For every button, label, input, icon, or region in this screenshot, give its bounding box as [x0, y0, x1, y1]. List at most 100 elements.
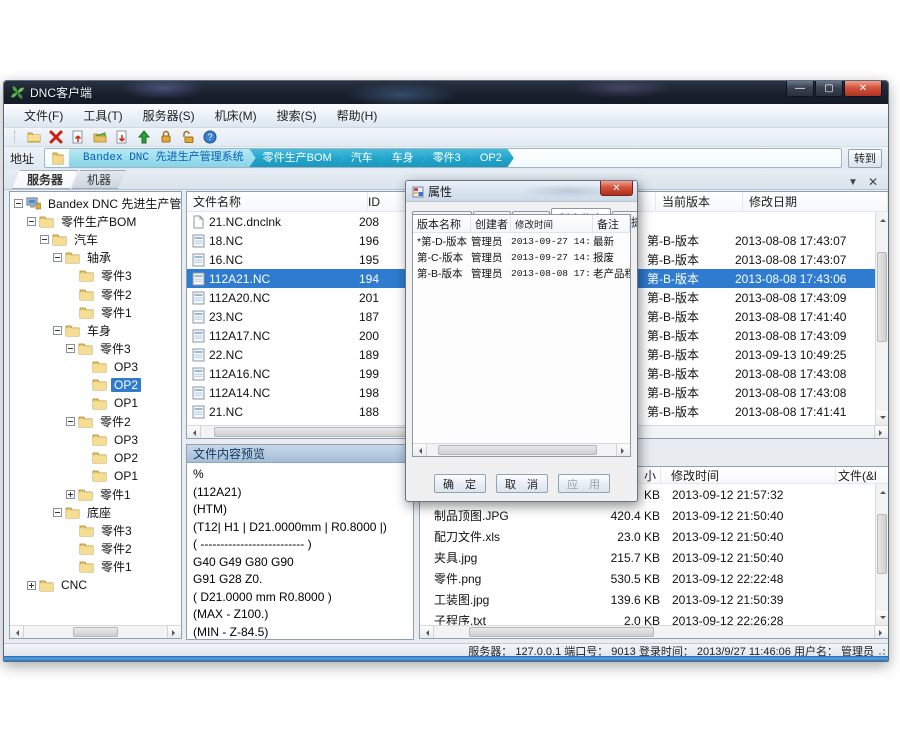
tree-item-零件1[interactable]: 零件1 — [10, 485, 181, 503]
version-row[interactable]: 第-B-版本管理员2013-08-08 17:...老产品程序 — [413, 265, 630, 281]
tree-item-车身[interactable]: 车身 — [10, 321, 181, 339]
breadcrumb-segment-1[interactable]: 零件生产BOM — [249, 148, 344, 168]
column-creator[interactable]: 创建者 — [471, 215, 511, 232]
dialog-title-bar[interactable]: 属性 ✕ — [406, 181, 637, 202]
resize-grip[interactable] — [878, 648, 886, 656]
version-row[interactable]: 第-C-版本管理员2013-09-27 14:...报废 — [413, 249, 630, 265]
collapse-icon[interactable] — [66, 417, 75, 426]
breadcrumb-segment-2[interactable]: 汽车 — [337, 148, 385, 168]
collapse-icon[interactable] — [40, 235, 49, 244]
open-folder-icon[interactable] — [92, 130, 107, 145]
collapse-icon[interactable] — [27, 217, 36, 226]
tab-server[interactable]: 服务器 — [12, 170, 78, 189]
tree-item-底座[interactable]: 底座 — [10, 503, 181, 521]
column-modify-time[interactable]: 修改时间 — [511, 215, 593, 232]
menu-item-5[interactable]: 帮助(H) — [327, 104, 388, 127]
menu-item-4[interactable]: 搜索(S) — [267, 104, 327, 127]
scroll-left-icon[interactable] — [10, 626, 24, 639]
list-item[interactable]: 工装图.jpg139.6 KB2013-09-12 21:50:39 — [420, 589, 875, 610]
breadcrumb-segment-5[interactable]: OP2 — [466, 148, 514, 168]
menu-item-1[interactable]: 工具(T) — [73, 104, 132, 127]
tree-item-OP2[interactable]: OP2 — [10, 376, 181, 394]
tree-item-OP1[interactable]: OP1 — [10, 394, 181, 412]
tree-item-零件1[interactable]: 零件1 — [10, 558, 181, 576]
tree-item-OP3[interactable]: OP3 — [10, 358, 181, 376]
tree-hscrollbar[interactable] — [10, 625, 181, 638]
scroll-thumb[interactable] — [469, 627, 654, 637]
scroll-thumb[interactable] — [877, 252, 887, 342]
scroll-down-icon[interactable] — [876, 611, 888, 625]
breadcrumb-segment-0[interactable]: Bandex DNC 先进生产管理系统 — [69, 148, 256, 168]
pane-dropdown-icon[interactable]: ▼ — [848, 177, 858, 188]
list-item[interactable]: 制品顶图.JPG420.4 KB2013-09-12 21:50:40 — [420, 505, 875, 526]
tree-item-零件2[interactable]: 零件2 — [10, 285, 181, 303]
lock-icon[interactable] — [158, 130, 173, 145]
collapse-icon[interactable] — [53, 253, 62, 262]
tree-item-OP3[interactable]: OP3 — [10, 430, 181, 448]
collapse-icon[interactable] — [14, 199, 23, 208]
menu-item-0[interactable]: 文件(F) — [14, 104, 73, 127]
collapse-icon[interactable] — [53, 508, 62, 517]
scroll-left-icon[interactable] — [187, 426, 201, 439]
ok-button[interactable]: 确 定 — [434, 474, 486, 493]
expand-icon[interactable] — [66, 490, 75, 499]
version-row[interactable]: *第-D-版本管理员2013-09-27 14:...最新 — [413, 233, 630, 249]
close-button[interactable]: ✕ — [844, 81, 882, 97]
tree-item-汽车[interactable]: 汽车 — [10, 230, 181, 248]
menu-item-2[interactable]: 服务器(S) — [133, 104, 205, 127]
go-button[interactable]: 转到 — [848, 149, 882, 168]
unlock-icon[interactable] — [180, 130, 195, 145]
minimize-button[interactable]: — — [786, 81, 814, 97]
file-check-out-icon[interactable] — [114, 130, 129, 145]
tree-item-零件3[interactable]: 零件3 — [10, 340, 181, 358]
dialog-hscrollbar[interactable] — [413, 443, 630, 456]
scroll-thumb[interactable] — [877, 514, 887, 574]
menu-item-3[interactable]: 机床(M) — [205, 104, 267, 127]
collapse-icon[interactable] — [66, 344, 75, 353]
tree-item-零件2[interactable]: 零件2 — [10, 540, 181, 558]
title-bar[interactable]: DNC客户端 — ▢ ✕ — [4, 81, 888, 104]
scroll-right-icon[interactable] — [874, 426, 888, 439]
column-modified-date[interactable]: 修改日期 — [743, 192, 888, 211]
tree-item-OP2[interactable]: OP2 — [10, 449, 181, 467]
tree-item-零件3[interactable]: 零件3 — [10, 267, 181, 285]
expand-icon[interactable] — [27, 581, 36, 590]
column-modified-time[interactable]: 修改时间 — [660, 467, 835, 483]
file-check-in-icon[interactable] — [70, 130, 85, 145]
column-version-name[interactable]: 版本名称 — [413, 215, 471, 232]
list-item[interactable]: 零件.png530.5 KB2013-09-12 22:22:48 — [420, 568, 875, 589]
column-note[interactable]: 备注 — [593, 215, 630, 232]
list-item[interactable]: 夹具.jpg215.7 KB2013-09-12 21:50:40 — [420, 547, 875, 568]
tree-item-OP1[interactable]: OP1 — [10, 467, 181, 485]
breadcrumb-segment-4[interactable]: 零件3 — [419, 148, 473, 168]
tree-item-零件2[interactable]: 零件2 — [10, 412, 181, 430]
pane-close-icon[interactable]: ✕ — [868, 175, 878, 189]
tree-item-轴承[interactable]: 轴承 — [10, 249, 181, 267]
list-item[interactable]: 子程序.txt2.0 KB2013-09-12 22:26:28 — [420, 610, 875, 625]
scroll-thumb[interactable] — [438, 445, 597, 455]
attachment-vscrollbar[interactable] — [875, 484, 888, 625]
tree-item-零件1[interactable]: 零件1 — [10, 303, 181, 321]
scroll-left-icon[interactable] — [413, 444, 427, 457]
scroll-right-icon[interactable] — [874, 626, 888, 639]
upload-icon[interactable] — [136, 130, 151, 145]
delete-icon[interactable] — [48, 130, 63, 145]
scroll-right-icon[interactable] — [167, 626, 181, 639]
column-current-version[interactable]: 当前版本 — [655, 192, 743, 211]
dialog-close-button[interactable]: ✕ — [600, 181, 633, 196]
tree-item-零件生产BOM[interactable]: 零件生产BOM — [10, 212, 181, 230]
maximize-button[interactable]: ▢ — [815, 81, 843, 97]
scroll-down-icon[interactable] — [876, 411, 888, 425]
collapse-icon[interactable] — [53, 326, 62, 335]
column-file[interactable]: 文件(&l — [835, 467, 888, 483]
scroll-left-icon[interactable] — [420, 626, 434, 639]
tree-item-Bandex DNC 先进生产管理系[interactable]: Bandex DNC 先进生产管理系 — [10, 194, 181, 212]
address-field[interactable]: Bandex DNC 先进生产管理系统零件生产BOM汽车车身零件3OP2 — [44, 148, 842, 168]
tree-item-零件3[interactable]: 零件3 — [10, 521, 181, 539]
cancel-button[interactable]: 取 消 — [496, 474, 548, 493]
list-item[interactable]: 配刀文件.xls23.0 KB2013-09-12 21:50:40 — [420, 526, 875, 547]
new-folder-icon[interactable] — [26, 130, 41, 145]
attachment-hscrollbar[interactable] — [420, 625, 888, 638]
breadcrumb-segment-3[interactable]: 车身 — [378, 148, 426, 168]
help-icon[interactable]: ? — [202, 130, 217, 145]
